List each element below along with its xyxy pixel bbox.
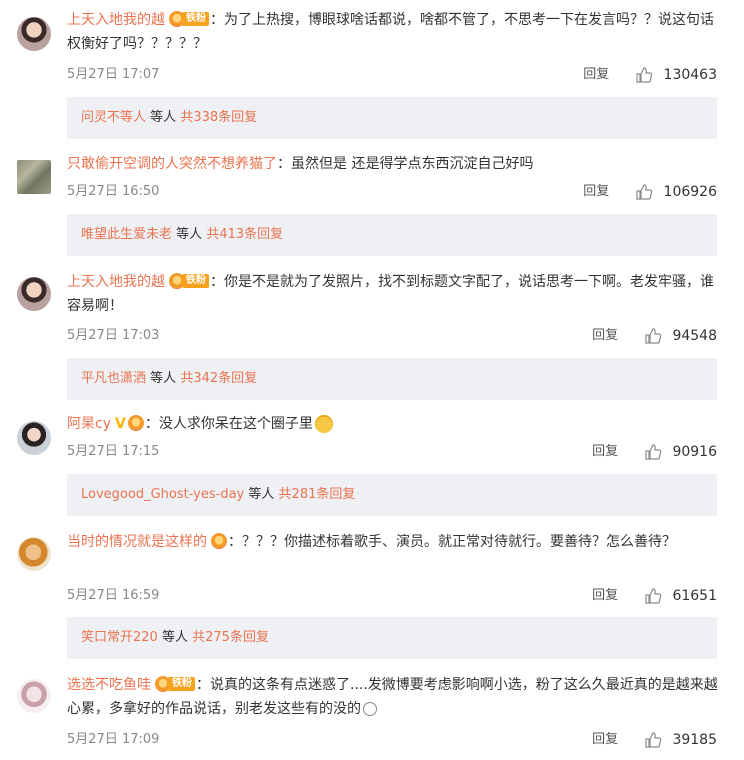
- comment-content: ：？？？你描述标着歌手、演员。就正常对待就行。要善待？怎么善待？: [228, 534, 676, 550]
- comment-actions: 回复 94548: [592, 326, 717, 346]
- reply-summary[interactable]: Lovegood_Ghost-yes-day 等人 共281条回复: [67, 474, 717, 516]
- reply-summary[interactable]: 唯望此生爱未老 等人 共413条回复: [67, 214, 717, 256]
- comment-date: 5月27日 16:50: [67, 184, 160, 199]
- comment-text-block: 上天入地我的越 铁粉 ：你是不是就为了发照片，找不到标题文字配了，说话思考一下啊。老…: [67, 270, 727, 318]
- reply-user[interactable]: 平凡也潇洒: [81, 371, 146, 386]
- avatar[interactable]: [17, 160, 51, 194]
- comment-username[interactable]: 当时的情况就是这样的: [67, 534, 207, 550]
- reply-button[interactable]: 回复: [583, 182, 609, 202]
- comment-actions: 回复 130463: [583, 65, 717, 85]
- comment-text-block: 阿杲cy V ：没人求你呆在这个圈子里: [67, 412, 727, 436]
- comment-date: 5月27日 17:07: [67, 67, 160, 82]
- reply-button[interactable]: 回复: [592, 730, 618, 750]
- comment-text-block: 上天入地我的越 铁粉 ：为了上热搜，博眼球啥话都说，啥都不管了，不思考一下在发言吗？…: [67, 8, 727, 56]
- reply-button[interactable]: 回复: [592, 586, 618, 606]
- reply-user[interactable]: Lovegood_Ghost-yes-day: [81, 487, 244, 502]
- comment-text-block: 选选不吃鱼哇 铁粉 ：说真的这条有点迷惑了....发微博要考虑影响啊小选，粉了这么久…: [67, 673, 727, 721]
- comment-date: 5月27日 17:09: [67, 732, 160, 747]
- comment-username[interactable]: 上天入地我的越: [67, 274, 165, 290]
- comment-username[interactable]: 选选不吃鱼哇: [67, 677, 151, 693]
- comment-username[interactable]: 只敢偷开空调的人突然不想养猫了: [67, 156, 277, 172]
- reply-user[interactable]: 笑口常开220: [81, 630, 158, 645]
- comment-username[interactable]: 上天入地我的越: [67, 12, 165, 28]
- medal-icon: [211, 533, 227, 549]
- fan-badge[interactable]: [211, 533, 227, 549]
- like-count: 106926: [663, 184, 717, 200]
- reply-mid: 等人: [248, 487, 275, 502]
- reply-button[interactable]: 回复: [583, 65, 609, 85]
- fan-badge[interactable]: 铁粉: [155, 676, 195, 692]
- avatar[interactable]: [17, 277, 51, 311]
- comment-content: ：虽然但是 还是得学点东西沉淀自己好吗: [277, 156, 534, 172]
- like-count: 90916: [672, 444, 717, 460]
- reply-count-link[interactable]: 共281条回复: [279, 487, 356, 502]
- comment-actions: 回复 39185: [592, 730, 717, 750]
- thumbs-up-icon[interactable]: [644, 327, 662, 345]
- reply-mid: 等人: [150, 371, 177, 386]
- emoji-icon: [363, 702, 377, 716]
- comment-date: 5月27日 17:15: [67, 444, 160, 459]
- thumbs-up-icon[interactable]: [644, 443, 662, 461]
- thumbs-up-icon[interactable]: [644, 731, 662, 749]
- comment-actions: 回复 61651: [592, 586, 717, 606]
- reply-user[interactable]: 问灵不等人: [81, 110, 146, 125]
- comment-content: ：没人求你呆在这个圈子里: [144, 416, 313, 432]
- comment-date: 5月27日 16:59: [67, 588, 160, 603]
- like-count: 39185: [672, 732, 717, 748]
- medal-icon: [127, 415, 144, 431]
- avatar[interactable]: [17, 679, 51, 713]
- thumbs-up-icon[interactable]: [635, 183, 653, 201]
- reply-summary[interactable]: 问灵不等人 等人 共338条回复: [67, 97, 717, 139]
- comment-username[interactable]: 阿杲cy: [67, 416, 111, 432]
- reply-user[interactable]: 唯望此生爱未老: [81, 227, 172, 242]
- thumbs-up-icon[interactable]: [635, 66, 653, 84]
- fan-badge[interactable]: 铁粉: [169, 11, 209, 27]
- thumbs-up-icon[interactable]: [644, 587, 662, 605]
- reply-button[interactable]: 回复: [592, 326, 618, 346]
- reply-count-link[interactable]: 共338条回复: [180, 110, 257, 125]
- like-count: 130463: [663, 67, 717, 83]
- comment-date: 5月27日 17:03: [67, 328, 160, 343]
- fan-badge[interactable]: [127, 415, 144, 431]
- reply-summary[interactable]: 平凡也潇洒 等人 共342条回复: [67, 358, 717, 400]
- comment-actions: 回复 106926: [583, 182, 717, 202]
- like-count: 61651: [672, 588, 717, 604]
- reply-count-link[interactable]: 共413条回复: [206, 227, 283, 242]
- verified-v-icon[interactable]: V: [115, 416, 126, 432]
- reply-mid: 等人: [150, 110, 177, 125]
- avatar[interactable]: [17, 17, 51, 51]
- reply-count-link[interactable]: 共342条回复: [180, 371, 257, 386]
- reply-count-link[interactable]: 共275条回复: [192, 630, 269, 645]
- comment-text-block: 当时的情况就是这样的 ：？？？你描述标着歌手、演员。就正常对待就行。要善待？怎么善…: [67, 530, 727, 554]
- sweat-emoji-icon: [314, 415, 333, 433]
- comment-text-block: 只敢偷开空调的人突然不想养猫了：虽然但是 还是得学点东西沉淀自己好吗: [67, 152, 727, 176]
- fan-badge[interactable]: 铁粉: [169, 273, 209, 289]
- avatar[interactable]: [17, 421, 51, 455]
- avatar[interactable]: [17, 537, 51, 571]
- reply-mid: 等人: [161, 630, 188, 645]
- reply-button[interactable]: 回复: [592, 442, 618, 462]
- reply-summary[interactable]: 笑口常开220 等人 共275条回复: [67, 617, 717, 659]
- like-count: 94548: [672, 328, 717, 344]
- comment-actions: 回复 90916: [592, 442, 717, 462]
- reply-mid: 等人: [176, 227, 203, 242]
